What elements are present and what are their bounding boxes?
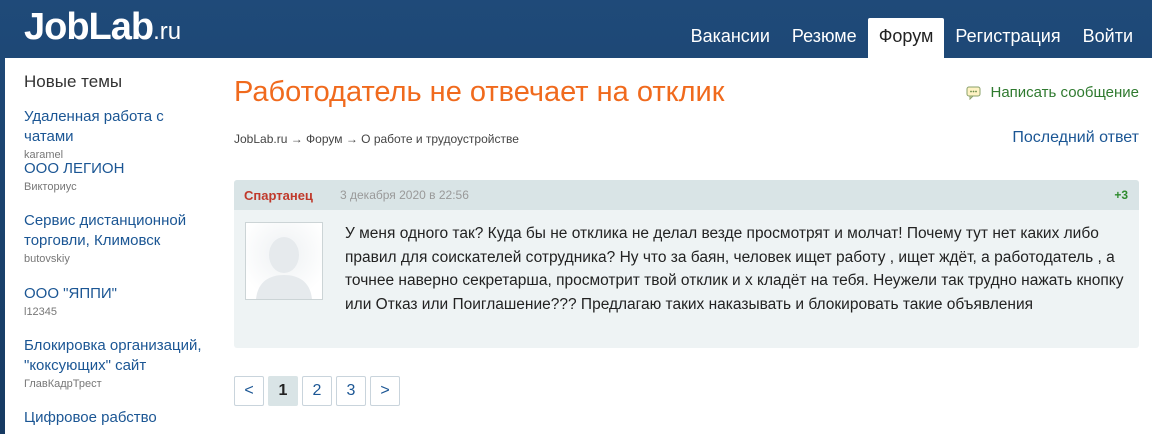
sidebar: Новые темы Удаленная работа с чатами kar… (5, 58, 215, 434)
page-3-button[interactable]: 3 (336, 376, 366, 406)
list-item: ООО "ЯППИ" l12345 (24, 284, 214, 318)
logo-main: JobLab (24, 6, 154, 48)
list-item: Сервис дистанционной торговли, Климовск … (24, 211, 214, 265)
write-message-label: Написать сообщение (990, 84, 1139, 101)
topic-author: Викториус (24, 181, 77, 193)
page-title: Работодатель не отвечает на отклик (234, 76, 725, 108)
main-panel: Новые темы Удаленная работа с чатами kar… (5, 58, 1152, 434)
nav-forum[interactable]: Форум (867, 18, 945, 58)
post-author[interactable]: Спартанец (244, 188, 313, 203)
avatar (245, 222, 323, 300)
nav-vacancies[interactable]: Вакансии (680, 18, 781, 58)
topic-link[interactable]: Удаленная работа с чатами (24, 107, 214, 147)
main-content: Работодатель не отвечает на отклик Напис… (234, 58, 1139, 434)
list-item: ООО ЛЕГИОН Викториус (24, 159, 214, 193)
prev-page-button[interactable]: < (234, 376, 264, 406)
list-item: Удаленная работа с чатами karamel (24, 107, 214, 161)
post-rating: +3 (1114, 188, 1128, 202)
list-item: Цифровое рабство (24, 408, 214, 428)
nav-login[interactable]: Войти (1072, 18, 1144, 58)
nav-resumes[interactable]: Резюме (781, 18, 868, 58)
topic-author: butovskiy (24, 253, 70, 265)
sidebar-title: Новые темы (24, 72, 123, 91)
breadcrumb[interactable]: JobLab.ru → Форум → О работе и трудоустр… (234, 132, 519, 146)
topic-author: l12345 (24, 306, 58, 318)
list-item: Блокировка организаций, "коксующих" сайт… (24, 336, 214, 390)
post-body: У меня одного так? Куда бы не отклика не… (345, 225, 1124, 313)
logo-tld: .ru (153, 18, 182, 45)
post-date: 3 декабря 2020 в 22:56 (340, 188, 469, 202)
last-answer-link[interactable]: Последний ответ (1012, 129, 1139, 147)
speech-bubble-icon (966, 86, 981, 100)
next-page-button[interactable]: > (370, 376, 400, 406)
forum-post: Спартанец 3 декабря 2020 в 22:56 +3 У ме… (234, 180, 1139, 348)
write-message-button[interactable]: Написать сообщение (966, 84, 1139, 101)
nav-register[interactable]: Регистрация (944, 18, 1071, 58)
user-silhouette-icon (246, 223, 322, 299)
main-nav: Вакансии Резюме Форум Регистрация Войти (680, 18, 1144, 58)
page-2-button[interactable]: 2 (302, 376, 332, 406)
topic-link[interactable]: Блокировка организаций, "коксующих" сайт (24, 336, 214, 376)
page-1-button[interactable]: 1 (268, 376, 298, 406)
site-header: JobLab.ru Вакансии Резюме Форум Регистра… (0, 0, 1152, 58)
pagination: < 1 2 3 > (234, 376, 404, 406)
site-logo[interactable]: JobLab.ru (24, 6, 181, 49)
topic-link[interactable]: ООО "ЯППИ" (24, 284, 214, 304)
topic-link[interactable]: ООО ЛЕГИОН (24, 159, 214, 179)
topic-link[interactable]: Цифровое рабство (24, 408, 214, 428)
topic-link[interactable]: Сервис дистанционной торговли, Климовск (24, 211, 214, 251)
topic-author: ГлавКадрТрест (24, 378, 102, 390)
post-header: Спартанец 3 декабря 2020 в 22:56 +3 (234, 180, 1139, 210)
